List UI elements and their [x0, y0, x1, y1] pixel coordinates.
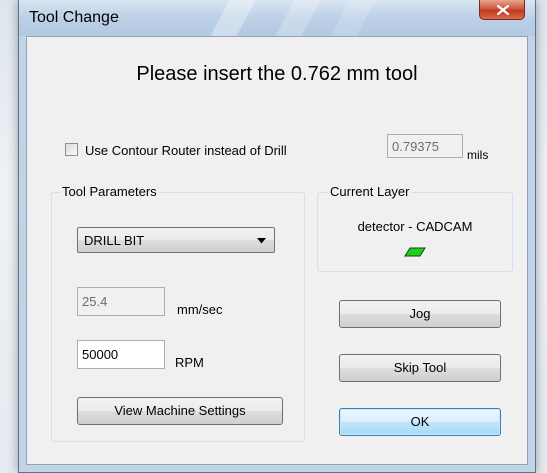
title-bar-glass-streak: [262, 0, 332, 36]
speed-field[interactable]: [77, 287, 165, 316]
tool-type-selected: DRILL BIT: [84, 233, 145, 248]
tool-change-dialog: Tool Change Please insert the 0.762 mm t…: [18, 0, 536, 473]
tool-parameters-title: Tool Parameters: [60, 184, 159, 199]
speed-unit-label: mm/sec: [177, 302, 223, 317]
contour-router-label[interactable]: Use Contour Router instead of Drill: [85, 143, 287, 158]
title-bar-glass-streak: [197, 0, 267, 36]
current-layer-group: Current Layer detector - CADCAM: [317, 184, 513, 272]
dialog-body: Please insert the 0.762 mm tool Use Cont…: [26, 36, 528, 465]
jog-button[interactable]: Jog: [339, 300, 501, 328]
rpm-unit-label: RPM: [175, 355, 204, 370]
contour-router-checkbox[interactable]: [65, 143, 78, 156]
title-bar-glass-streak: [317, 0, 387, 36]
close-button[interactable]: [479, 0, 525, 20]
contour-value-field[interactable]: [387, 134, 463, 158]
window-title: Tool Change: [29, 9, 119, 26]
rpm-field[interactable]: [77, 340, 165, 369]
close-icon: [497, 5, 509, 15]
skip-tool-button[interactable]: Skip Tool: [339, 354, 501, 382]
insert-tool-message: Please insert the 0.762 mm tool: [136, 63, 418, 85]
ok-button[interactable]: OK: [339, 408, 501, 436]
tool-type-dropdown[interactable]: DRILL BIT: [77, 227, 275, 253]
chevron-down-icon: [257, 238, 266, 244]
view-machine-settings-button[interactable]: View Machine Settings: [77, 397, 283, 425]
title-bar[interactable]: Tool Change: [19, 0, 535, 36]
current-layer-title: Current Layer: [328, 184, 412, 199]
current-layer-name: detector - CADCAM: [357, 219, 473, 234]
contour-unit-label: mils: [467, 148, 489, 162]
layer-color-swatch: [404, 247, 426, 257]
